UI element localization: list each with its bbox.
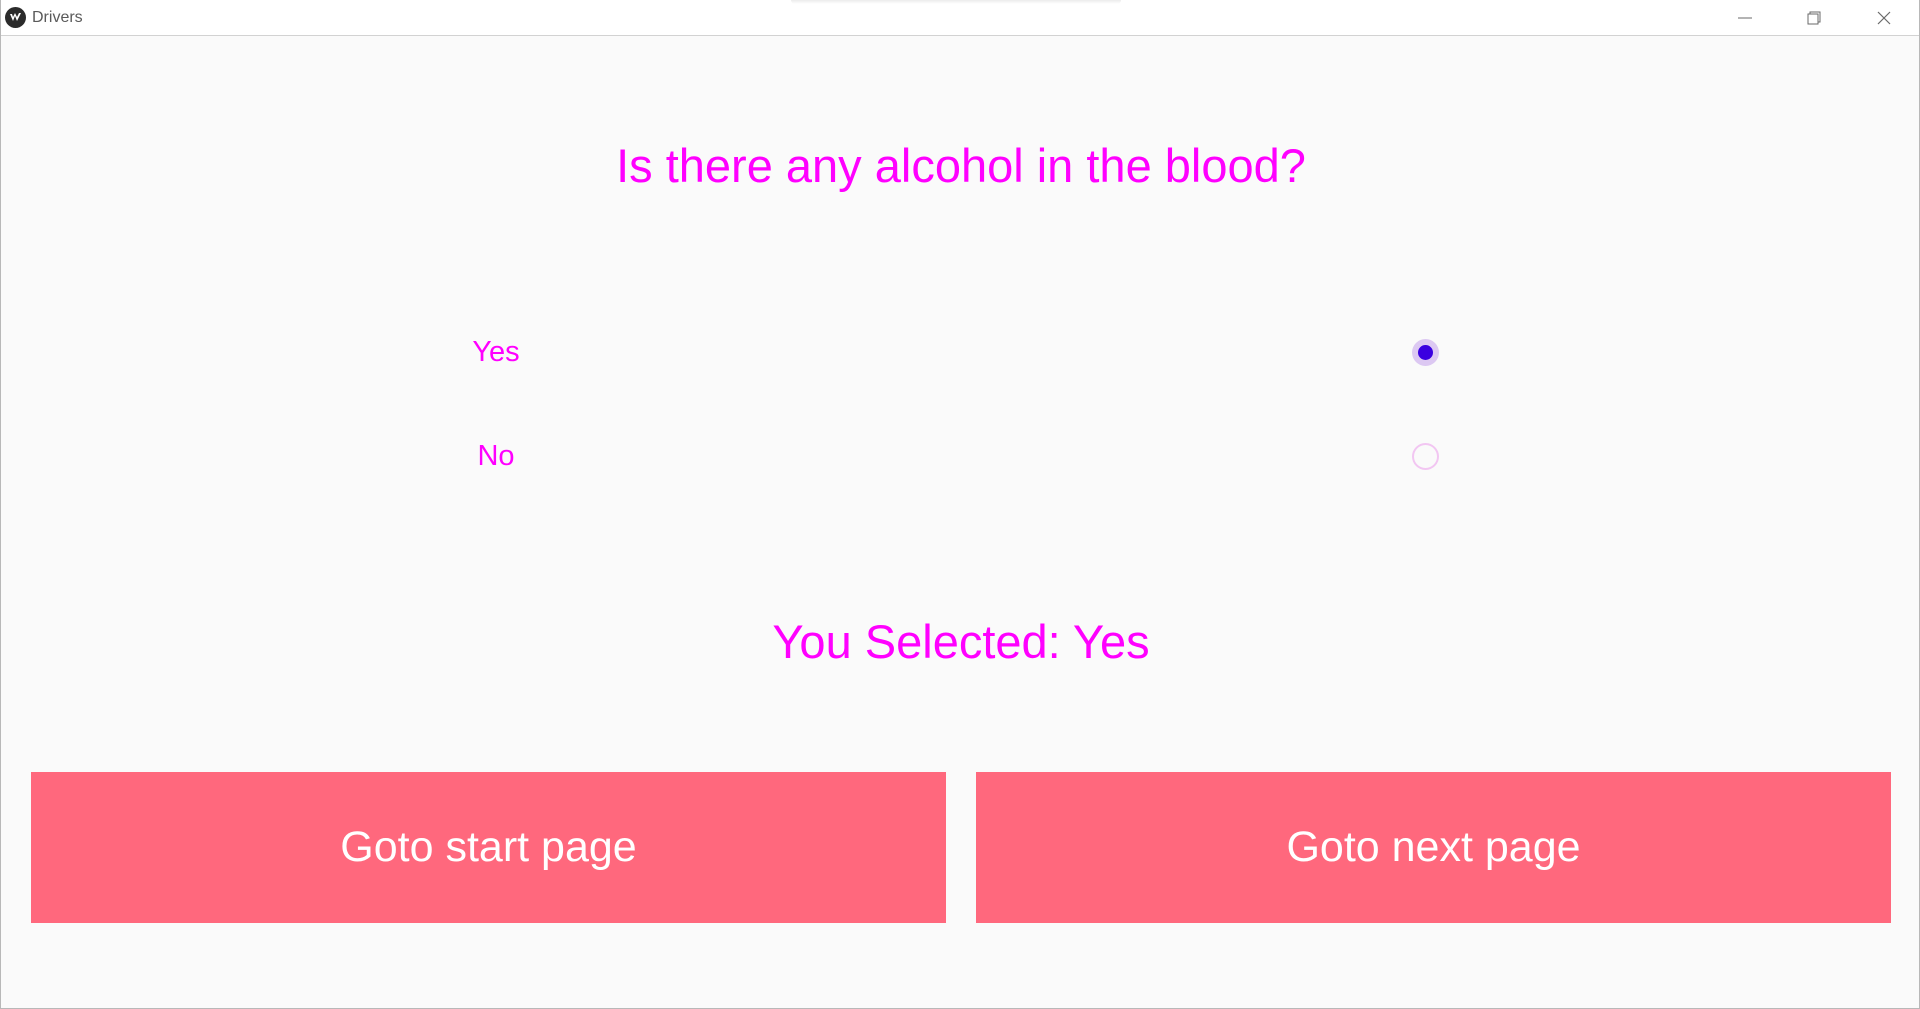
- option-no-radio[interactable]: [1412, 443, 1439, 470]
- restore-button[interactable]: [1779, 0, 1849, 36]
- window-title: Drivers: [32, 9, 83, 26]
- close-button[interactable]: [1849, 0, 1919, 36]
- kivy-logo-icon: [5, 7, 26, 28]
- selection-display: You Selected: Yes: [772, 615, 1150, 668]
- option-no-label: No: [477, 440, 515, 472]
- radio-selected-dot: [1418, 345, 1433, 360]
- minimize-button[interactable]: [1710, 0, 1780, 36]
- option-yes-label: Yes: [472, 336, 520, 368]
- minimize-icon: [1738, 17, 1752, 19]
- app-window: Drivers Is there any alcohol in the bloo…: [0, 0, 1920, 1009]
- option-yes-radio[interactable]: [1412, 339, 1439, 366]
- close-icon: [1877, 11, 1891, 25]
- goto-start-page-button[interactable]: Goto start page: [31, 772, 946, 923]
- tooltip-shadow: [791, 0, 1121, 4]
- title-bar[interactable]: Drivers: [1, 0, 1919, 36]
- goto-next-page-button[interactable]: Goto next page: [976, 772, 1891, 923]
- question-heading: Is there any alcohol in the blood?: [616, 139, 1306, 192]
- restore-icon: [1807, 11, 1821, 25]
